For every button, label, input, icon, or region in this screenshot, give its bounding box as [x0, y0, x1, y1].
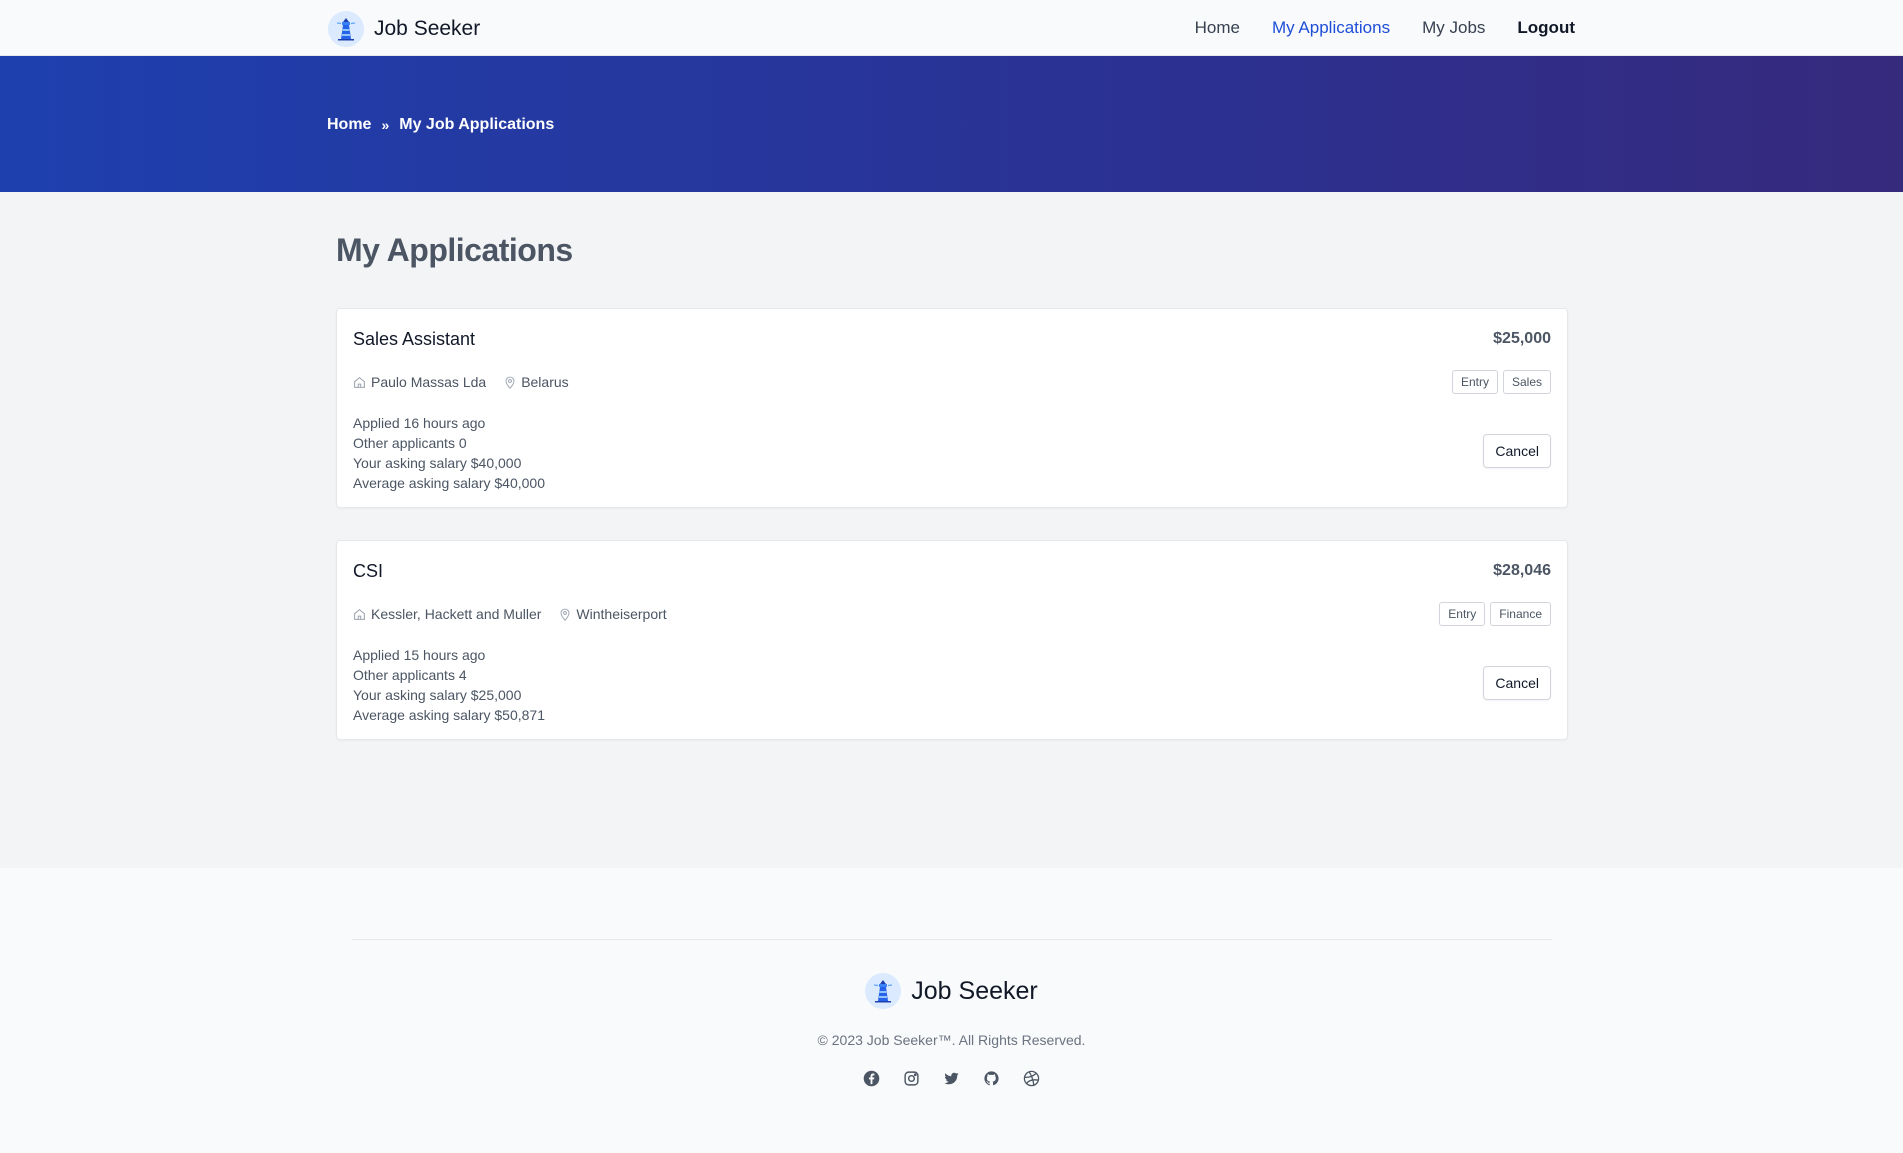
- application-card: Sales Assistant $25,000 Paulo Massas Lda…: [336, 308, 1568, 508]
- tag-level[interactable]: Entry: [1451, 370, 1498, 394]
- footer: Job Seeker © 2023 Job Seeker™. All Right…: [0, 868, 1903, 1153]
- tag-category[interactable]: Finance: [1490, 602, 1551, 626]
- job-meta: Paulo Massas Lda Belarus: [353, 374, 569, 390]
- map-pin-icon: [505, 376, 515, 389]
- company-name: Paulo Massas Lda: [371, 374, 487, 390]
- nav-link-logout[interactable]: Logout: [1517, 18, 1575, 38]
- social-links: [0, 1068, 1903, 1088]
- breadcrumb-current: My Job Applications: [399, 116, 555, 133]
- application-details: Applied 15 hours ago Other applicants 4 …: [353, 645, 545, 725]
- footer-divider: [352, 939, 1552, 940]
- main-content: My Applications Sales Assistant $25,000 …: [0, 192, 1903, 868]
- tag-level[interactable]: Entry: [1439, 602, 1486, 626]
- map-pin-icon: [560, 608, 570, 621]
- cancel-application-button[interactable]: Cancel: [1483, 434, 1551, 468]
- nav-link-my-jobs[interactable]: My Jobs: [1422, 18, 1485, 38]
- job-title[interactable]: CSI: [353, 561, 383, 582]
- job-tags: Entry Sales: [1451, 370, 1551, 394]
- other-applicants: Other applicants 4: [353, 667, 467, 683]
- breadcrumb-separator: »: [381, 117, 390, 133]
- applied-time: Applied 16 hours ago: [353, 415, 486, 431]
- average-asking-salary: Average asking salary $50,871: [353, 707, 545, 723]
- main-nav: Home My Applications My Jobs Logout: [1195, 0, 1575, 56]
- building-icon: [354, 608, 365, 620]
- building-icon: [354, 376, 365, 388]
- dribbble-icon[interactable]: [1022, 1068, 1042, 1088]
- applied-time: Applied 15 hours ago: [353, 647, 486, 663]
- your-asking-salary: Your asking salary $25,000: [353, 687, 522, 703]
- other-applicants: Other applicants 0: [353, 435, 467, 451]
- breadcrumb-home[interactable]: Home: [327, 116, 371, 134]
- your-asking-salary: Your asking salary $40,000: [353, 455, 522, 471]
- twitter-icon[interactable]: [942, 1068, 962, 1088]
- job-title[interactable]: Sales Assistant: [353, 329, 475, 350]
- github-icon[interactable]: [982, 1068, 1002, 1088]
- footer-brand[interactable]: Job Seeker: [0, 973, 1903, 1009]
- footer-brand-name: Job Seeker: [911, 976, 1038, 1005]
- company-meta: Paulo Massas Lda: [353, 374, 486, 390]
- page-title: My Applications: [336, 232, 573, 268]
- nav-link-my-applications[interactable]: My Applications: [1272, 18, 1390, 38]
- facebook-icon[interactable]: [862, 1068, 882, 1088]
- lighthouse-logo-icon: [865, 973, 902, 1009]
- navbar: Job Seeker Home My Applications My Jobs …: [0, 0, 1903, 56]
- job-tags: Entry Finance: [1439, 602, 1551, 626]
- application-card: CSI $28,046 Kessler, Hackett and Muller …: [336, 540, 1568, 740]
- company-name: Kessler, Hackett and Muller: [371, 606, 542, 622]
- lighthouse-logo-icon: [328, 11, 364, 47]
- location-name: Wintheiserport: [576, 606, 667, 622]
- breadcrumb: Home » My Job Applications: [327, 116, 554, 134]
- brand-name: Job Seeker: [374, 17, 481, 40]
- hero-banner: Home » My Job Applications: [0, 56, 1903, 192]
- location-meta: Wintheiserport: [559, 606, 667, 622]
- tag-category[interactable]: Sales: [1502, 370, 1551, 394]
- job-salary: $25,000: [1493, 330, 1551, 347]
- instagram-icon[interactable]: [902, 1068, 922, 1088]
- brand-link[interactable]: Job Seeker: [328, 11, 481, 47]
- job-salary: $28,046: [1493, 562, 1551, 579]
- company-meta: Kessler, Hackett and Muller: [353, 606, 541, 622]
- location-name: Belarus: [521, 374, 569, 390]
- application-details: Applied 16 hours ago Other applicants 0 …: [353, 413, 545, 493]
- copyright: © 2023 Job Seeker™. All Rights Reserved.: [817, 1032, 1086, 1048]
- location-meta: Belarus: [504, 374, 569, 390]
- cancel-application-button[interactable]: Cancel: [1483, 666, 1551, 700]
- job-meta: Kessler, Hackett and Muller Wintheiserpo…: [353, 606, 667, 622]
- nav-link-home[interactable]: Home: [1195, 18, 1240, 38]
- average-asking-salary: Average asking salary $40,000: [353, 475, 545, 491]
